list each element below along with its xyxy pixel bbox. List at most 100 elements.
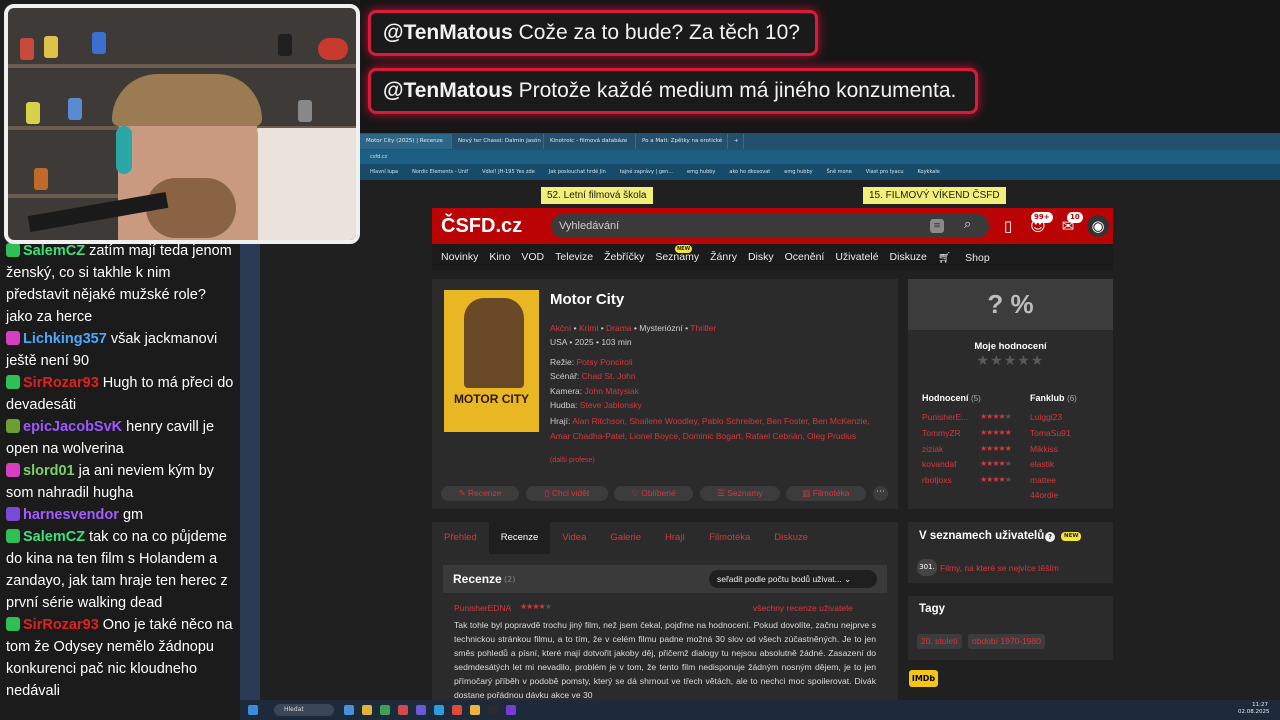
fanclub-member[interactable]: TomaSu91 (1030, 428, 1071, 438)
tab-cast[interactable]: Hrají (653, 522, 697, 554)
chat-username[interactable]: epicJacobSvK (23, 419, 122, 435)
credit-link[interactable]: Potsy Ponciroli (576, 357, 632, 367)
tab-overview[interactable]: Přehled (432, 522, 489, 554)
fanclub-member[interactable]: 44ordie (1030, 490, 1058, 500)
review-author[interactable]: PunisherEDNA (454, 603, 511, 613)
app-icon[interactable] (344, 705, 354, 715)
more-icon[interactable]: ⋯ (873, 486, 888, 501)
chat-username[interactable]: harnesvendor (23, 507, 119, 523)
fanclub-member[interactable]: Luiggi23 (1030, 412, 1062, 422)
chat-username[interactable]: SalemCZ (23, 529, 85, 545)
search-icon[interactable]: ⌕ (964, 217, 971, 232)
app-icon[interactable] (434, 705, 444, 715)
chat-scrollbar[interactable] (240, 240, 260, 700)
promo-banner[interactable]: 52. Letní filmová škola (541, 187, 653, 204)
fanclub-member[interactable]: elastik (1030, 459, 1054, 469)
fanclub-member[interactable]: mattee (1030, 475, 1056, 485)
genre-link[interactable]: Drama (606, 323, 632, 333)
genre-link[interactable]: Akční (550, 323, 571, 333)
browser-tab[interactable]: Po a Mati: Zpětky na erotické (636, 134, 728, 149)
chat-username[interactable]: slord01 (23, 463, 75, 479)
my-rating-stars[interactable]: ★★★★★ (908, 353, 1113, 369)
genre-link[interactable]: Krimi (579, 323, 598, 333)
nav-item[interactable]: Televize (555, 251, 593, 263)
tab-reviews[interactable]: Recenze (488, 522, 551, 554)
browser-tab[interactable]: Motor City (2025) | Recenze (360, 134, 452, 149)
nav-item[interactable]: 🛒︎ Shop (938, 251, 1001, 264)
start-icon[interactable] (248, 705, 258, 715)
taskbar-search[interactable]: Hledat (274, 704, 334, 716)
app-icon[interactable] (416, 705, 426, 715)
credit-link[interactable]: Chad St. John (582, 371, 636, 381)
nav-item[interactable]: Ocenění (785, 251, 825, 263)
nav-item[interactable]: Kino (489, 251, 510, 263)
browser-tab[interactable]: Kinotroic - filmová databáze (544, 134, 636, 149)
bookmark[interactable]: Jak poslouchat hrdé Jin (549, 164, 606, 180)
address-bar[interactable]: csfd.cz (360, 150, 1280, 164)
lists-button[interactable]: ☰ Seznamy (700, 486, 780, 501)
nav-item[interactable]: Diskuze (890, 251, 927, 263)
clock[interactable]: 11:27 02.08.2025 (1238, 702, 1270, 716)
all-reviews-link[interactable]: všechny recenze uživatele (753, 603, 853, 613)
new-tab-button[interactable]: + (728, 134, 744, 149)
filter-icon[interactable]: ≡ (930, 219, 944, 233)
bookmark[interactable]: tajné zaprávy | gen... (620, 164, 673, 180)
nav-item[interactable]: Disky (748, 251, 774, 263)
app-icon[interactable] (488, 705, 498, 715)
bookmark-icon[interactable]: ▯ (997, 215, 1019, 237)
sort-select[interactable]: seřadit podle počtu bodů uživat... ⌄ (709, 570, 877, 588)
rater-name[interactable]: PunisherE... (922, 412, 968, 422)
chat-username[interactable]: SalemCZ (23, 243, 85, 259)
bookmark[interactable]: Nordic Elements - Unif (412, 164, 468, 180)
site-logo[interactable]: ČSFD.cz (441, 212, 541, 240)
chat-username[interactable]: SirRozar93 (23, 375, 99, 391)
tag-chip[interactable]: 20. století (917, 634, 962, 649)
tab-discussion[interactable]: Diskuze (762, 522, 820, 554)
search-input[interactable]: Vyhledávání (551, 214, 989, 238)
rater-name[interactable]: TommyZR (922, 428, 961, 438)
review-button[interactable]: ✎ Recenze (441, 486, 519, 501)
help-icon[interactable]: ? (1045, 532, 1055, 542)
chat-username[interactable]: SirRozar93 (23, 617, 99, 633)
tab-filmoteka[interactable]: Filmotéka (697, 522, 762, 554)
chrome-icon[interactable] (470, 705, 480, 715)
nav-item[interactable]: Žebříčky (604, 251, 644, 263)
filmoteka-button[interactable]: ▥ Filmotéka (786, 486, 866, 501)
bookmark[interactable]: Hlavní lupa (370, 164, 398, 180)
tab-videos[interactable]: Videa (550, 522, 598, 554)
avatar[interactable]: ◉ (1087, 215, 1109, 237)
bookmark[interactable]: emg hubby (784, 164, 812, 180)
more-crew-link[interactable]: (další profese) (550, 457, 595, 464)
app-icon[interactable] (380, 705, 390, 715)
chat-username[interactable]: Lichking357 (23, 331, 107, 347)
bookmark[interactable]: emg hubby (687, 164, 715, 180)
app-icon[interactable] (398, 705, 408, 715)
genre-link[interactable]: Thriller (690, 323, 716, 333)
film-poster[interactable]: MOTOR CITY (444, 290, 539, 432)
favorite-button[interactable]: ♡ Oblíbené (614, 486, 693, 501)
rater-name[interactable]: kovandaf (922, 459, 957, 469)
bookmark[interactable]: Vlast pro tyacu (866, 164, 904, 180)
rater-name[interactable]: ziziak (922, 444, 943, 454)
credit-link[interactable]: John Matysiak (585, 386, 639, 396)
bookmark[interactable]: Šně mone (827, 164, 852, 180)
bookmark[interactable]: Koykkale (918, 164, 940, 180)
list-link[interactable]: Filmy, na které se nejvíce těším (940, 563, 1059, 573)
app-icon[interactable] (506, 705, 516, 715)
app-icon[interactable] (452, 705, 462, 715)
bookmark[interactable]: ako ho dkosovat (729, 164, 770, 180)
nav-item[interactable]: Novinky (441, 251, 478, 263)
credit-link[interactable]: Steve Jablonsky (580, 400, 642, 410)
promo-banner[interactable]: 15. FILMOVÝ VÍKEND ČSFD (863, 187, 1006, 204)
tag-chip[interactable]: období 1970-1980 (968, 634, 1046, 649)
rater-name[interactable]: rbotjoxs (922, 475, 952, 485)
nav-item[interactable]: Uživatelé (835, 251, 878, 263)
bookmark[interactable]: Vdlol! JH-195 Yes zde (482, 164, 535, 180)
tab-gallery[interactable]: Galerie (598, 522, 653, 554)
folder-icon[interactable] (362, 705, 372, 715)
browser-tab[interactable]: Nový ter Chassi: Dalmin Jasón F (452, 134, 544, 149)
want-to-see-button[interactable]: ▯ Chci vidět (526, 486, 608, 501)
nav-item[interactable]: VOD (521, 251, 544, 263)
fanclub-member[interactable]: Mikkiss (1030, 444, 1058, 454)
imdb-link[interactable]: IMDb (909, 670, 938, 687)
